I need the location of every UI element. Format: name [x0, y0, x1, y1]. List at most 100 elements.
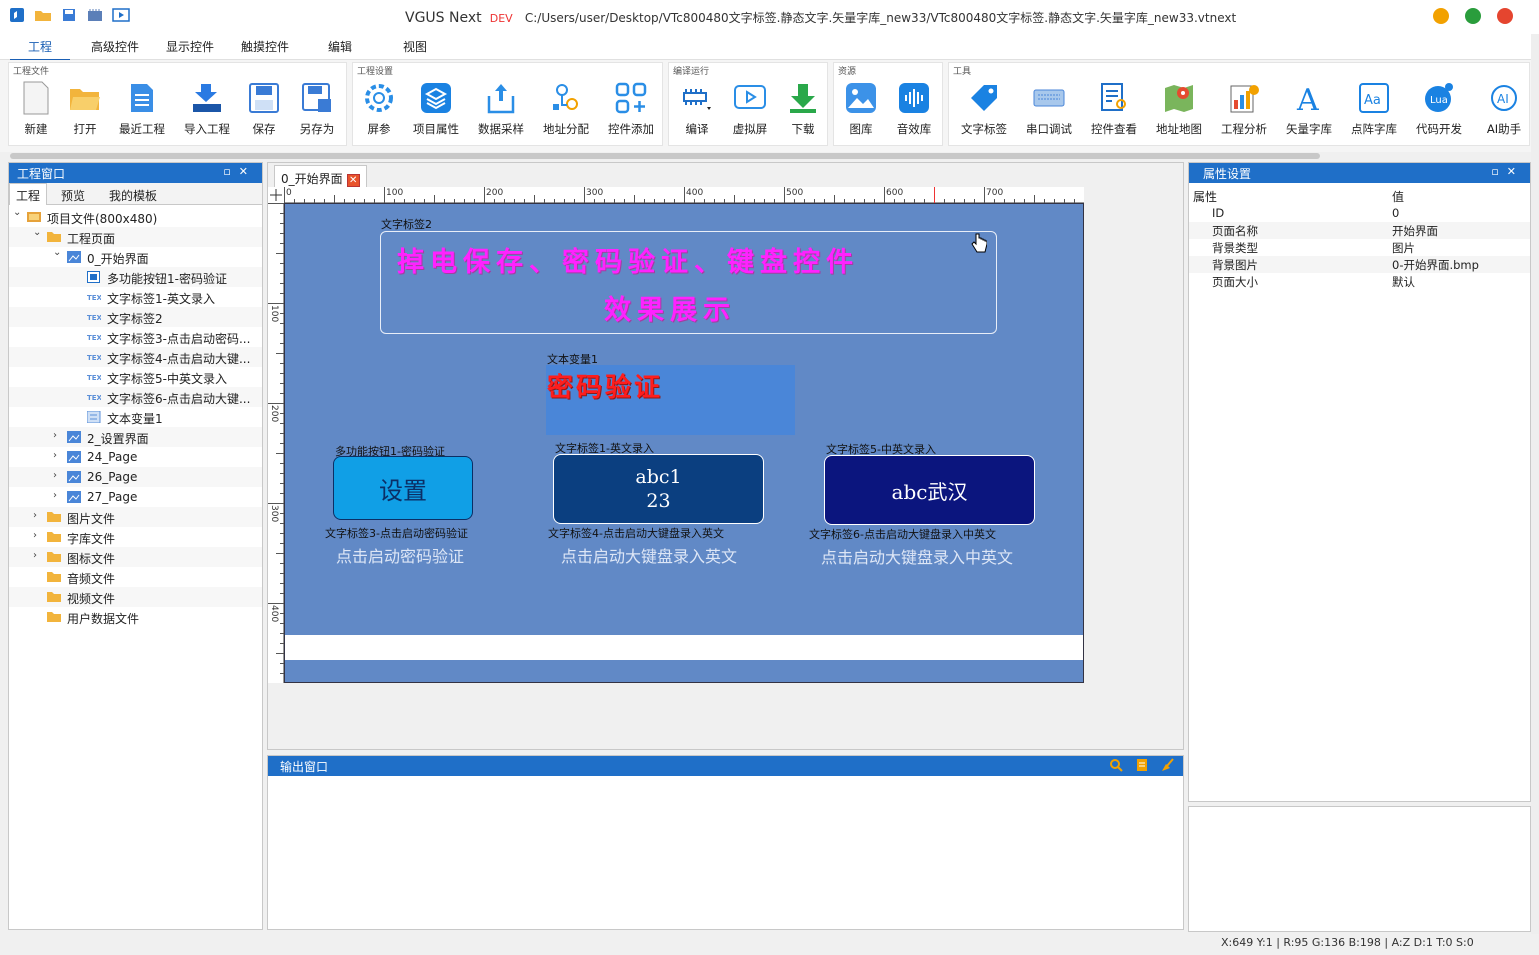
- project-properties-button[interactable]: 项目属性: [405, 81, 467, 137]
- tree-item[interactable]: TEXT 文字标签3-点击启动密码...: [9, 327, 262, 347]
- tab-preview[interactable]: 预览: [61, 187, 85, 204]
- search-icon[interactable]: [1109, 758, 1123, 772]
- chevron-right-icon[interactable]: ›: [53, 450, 57, 461]
- property-row[interactable]: 背景类型 图片: [1189, 239, 1530, 256]
- compile-icon[interactable]: [86, 7, 104, 23]
- serial-debug-button[interactable]: 串口调试: [1018, 81, 1080, 137]
- property-row[interactable]: 页面大小 默认: [1189, 273, 1530, 290]
- tree-item[interactable]: › 字库文件: [9, 527, 262, 547]
- property-value[interactable]: 默认: [1392, 274, 1415, 290]
- tab-view[interactable]: 视图: [403, 38, 427, 55]
- tab-project[interactable]: 工程: [10, 38, 71, 61]
- download-button[interactable]: 下载: [772, 81, 834, 137]
- lbl5-text: abc武汉: [891, 479, 968, 504]
- tree-item[interactable]: 音频文件: [9, 567, 262, 587]
- pin-icon[interactable]: ▫: [223, 165, 238, 178]
- tab-touch-controls[interactable]: 触摸控件: [241, 38, 289, 55]
- data-sampling-button[interactable]: 数据采样: [470, 81, 532, 137]
- tree-item[interactable]: › 24_Page: [9, 447, 262, 467]
- recent-projects-button[interactable]: 最近工程: [111, 81, 173, 137]
- tree-item[interactable]: 文本变量1: [9, 407, 262, 427]
- doc-tab[interactable]: 0_开始界面 ✕: [274, 165, 367, 187]
- design-canvas[interactable]: 文字标签2 掉电保存、密码验证、键盘控件 效果展示 文本变量1 密码验证 多功能…: [284, 203, 1084, 683]
- multi-function-button-password[interactable]: 设置: [333, 456, 473, 520]
- chevron-right-icon[interactable]: ›: [33, 550, 37, 561]
- chevron-down-icon[interactable]: ⌄: [53, 247, 61, 258]
- chevron-right-icon[interactable]: ›: [53, 430, 57, 441]
- group-label: 工具: [953, 67, 972, 77]
- text-label-button[interactable]: 文字标签: [953, 81, 1015, 137]
- chevron-right-icon[interactable]: ›: [33, 510, 37, 521]
- chevron-down-icon[interactable]: ⌄: [33, 227, 41, 238]
- tree-item[interactable]: TEXT 文字标签4-点击启动大键...: [9, 347, 262, 367]
- tree-item[interactable]: › 2_设置界面: [9, 427, 262, 447]
- tree-item[interactable]: › 27_Page: [9, 487, 262, 507]
- close-icon[interactable]: ✕: [1507, 165, 1524, 178]
- tree-item[interactable]: › 图标文件: [9, 547, 262, 567]
- tree-item[interactable]: TEXT 文字标签5-中英文录入: [9, 367, 262, 387]
- project-analysis-button[interactable]: 工程分析: [1213, 81, 1275, 137]
- tree-item[interactable]: 多功能按钮1-密码验证: [9, 267, 262, 287]
- tree-item[interactable]: › 图片文件: [9, 507, 262, 527]
- bitmap-font-button[interactable]: Aa 点阵字库: [1343, 81, 1405, 137]
- page-icon: [67, 251, 81, 263]
- log-icon[interactable]: [1135, 758, 1149, 772]
- window-scrollbar[interactable]: [1531, 34, 1539, 934]
- tab-edit[interactable]: 编辑: [328, 38, 352, 55]
- tab-project-tree[interactable]: 工程: [9, 183, 48, 205]
- app-logo-icon[interactable]: [8, 7, 26, 23]
- property-value[interactable]: 0: [1392, 206, 1399, 220]
- tree-item[interactable]: ⌄ 0_开始界面: [9, 247, 262, 267]
- tree-item[interactable]: 视频文件: [9, 587, 262, 607]
- close-tab-icon[interactable]: ✕: [346, 174, 360, 187]
- tree-item[interactable]: TEXT 文字标签2: [9, 307, 262, 327]
- address-map-button[interactable]: 地址地图: [1148, 81, 1210, 137]
- property-row[interactable]: ID 0: [1189, 205, 1530, 222]
- lbl3-text[interactable]: 点击启动密码验证: [336, 543, 464, 567]
- ai-assistant-button[interactable]: AI AI助手: [1473, 81, 1535, 137]
- chevron-down-icon[interactable]: ⌄: [13, 207, 21, 218]
- open-folder-icon[interactable]: [34, 7, 52, 23]
- sound-library-button[interactable]: 音效库: [883, 81, 945, 137]
- tab-advanced-controls[interactable]: 高级控件: [91, 38, 139, 55]
- vector-font-button[interactable]: A 矢量字库: [1278, 81, 1340, 137]
- address-allocation-button[interactable]: 地址分配: [535, 81, 597, 137]
- screen-params-button[interactable]: 屏参: [348, 81, 410, 137]
- chevron-right-icon[interactable]: ›: [33, 530, 37, 541]
- close-icon[interactable]: ✕: [239, 165, 256, 178]
- close-icon[interactable]: [1497, 8, 1513, 24]
- chevron-right-icon[interactable]: ›: [53, 470, 57, 481]
- simulator-icon[interactable]: [112, 7, 130, 23]
- clear-broom-icon[interactable]: [1161, 758, 1175, 772]
- property-value[interactable]: 图片: [1392, 240, 1415, 256]
- chevron-right-icon[interactable]: ›: [53, 490, 57, 501]
- property-row[interactable]: 背景图片 0-开始界面.bmp: [1189, 256, 1530, 273]
- property-value[interactable]: 0-开始界面.bmp: [1392, 257, 1479, 273]
- text-label-english-input[interactable]: abc1 23: [553, 454, 764, 524]
- tree-item[interactable]: TEXT 文字标签6-点击启动大键...: [9, 387, 262, 407]
- tree-item[interactable]: 用户数据文件: [9, 607, 262, 627]
- text-label-cn-en-input[interactable]: abc武汉: [824, 455, 1035, 525]
- tree-item[interactable]: TEXT 文字标签1-英文录入: [9, 287, 262, 307]
- tree-item[interactable]: ⌄ 工程页面: [9, 227, 262, 247]
- property-row[interactable]: 页面名称 开始界面: [1189, 222, 1530, 239]
- tree-item[interactable]: ⌄ 项目文件(800x480): [9, 207, 262, 227]
- save-as-button[interactable]: 另存为: [286, 81, 348, 137]
- lbl4-text[interactable]: 点击启动大键盘录入英文: [561, 543, 737, 567]
- pin-icon[interactable]: ▫: [1491, 165, 1506, 178]
- minimize-icon[interactable]: [1433, 8, 1449, 24]
- tree-item[interactable]: › 26_Page: [9, 467, 262, 487]
- tab-display-controls[interactable]: 显示控件: [166, 38, 214, 55]
- import-project-button[interactable]: 导入工程: [176, 81, 238, 137]
- open-button[interactable]: 打开: [54, 81, 116, 137]
- add-control-button[interactable]: 控件添加: [600, 81, 662, 137]
- tab-my-templates[interactable]: 我的模板: [109, 187, 157, 204]
- property-value[interactable]: 开始界面: [1392, 223, 1438, 239]
- scrollbar-thumb[interactable]: [10, 153, 1320, 159]
- ribbon-scrollbar[interactable]: [0, 152, 1539, 160]
- save-icon[interactable]: [60, 7, 78, 23]
- maximize-icon[interactable]: [1465, 8, 1481, 24]
- code-dev-button[interactable]: Lua 代码开发: [1408, 81, 1470, 137]
- control-view-button[interactable]: 控件查看: [1083, 81, 1145, 137]
- lbl6-text[interactable]: 点击启动大键盘录入中英文: [821, 544, 1013, 568]
